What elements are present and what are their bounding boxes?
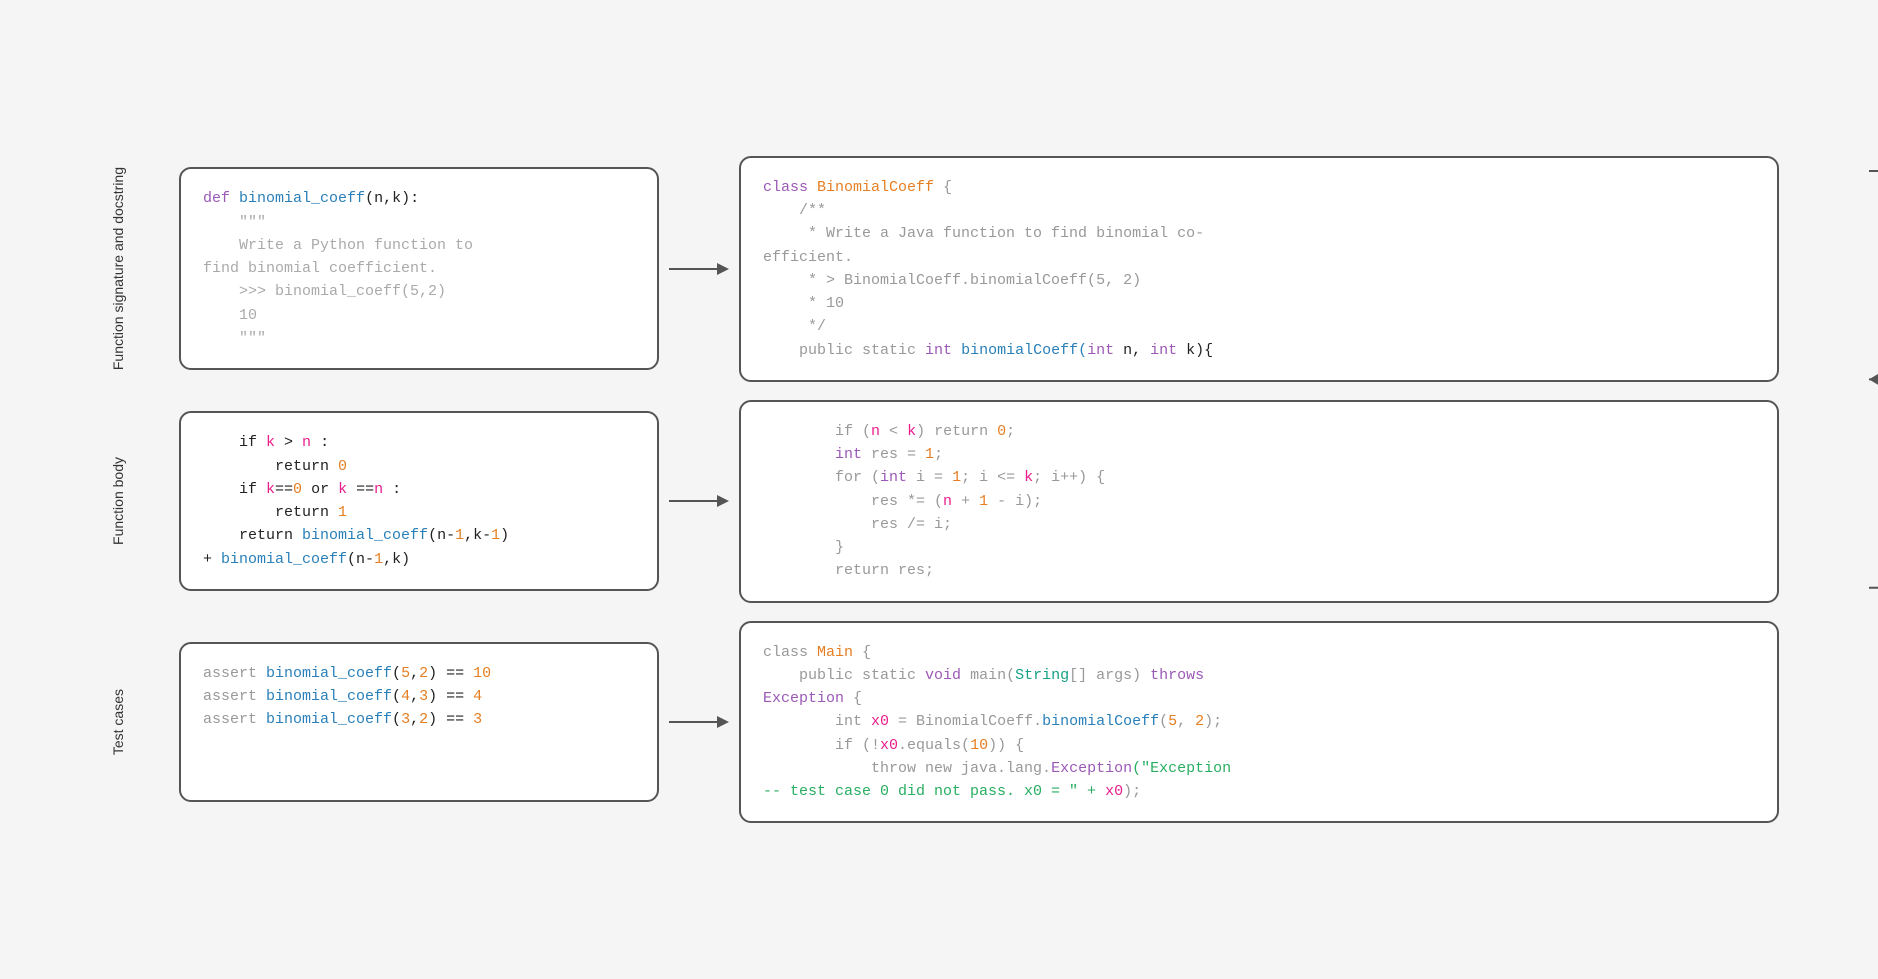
outer-wrapper: Function signature and docstringdef bino… [29,156,1849,824]
right-code-box-2: class Main { public static void main(Str… [739,621,1779,824]
right-side [1779,156,1849,824]
left-code-box-1: if k > n : return 0 if k==0 or k ==n : r… [179,411,659,591]
left-code-box-0: def binomial_coeff(n,k): """ Write a Pyt… [179,167,659,370]
right-code-box-0: class BinomialCoeff { /** * Write a Java… [739,156,1779,382]
row-2: Test casesassert binomial_coeff(5,2) == … [109,621,1779,824]
rows-wrapper: Function signature and docstringdef bino… [109,156,1779,824]
right-code-box-1: if (n < k) return 0; int res = 1; for (i… [739,400,1779,603]
row-label-2: Test cases [109,689,179,755]
row-1: Function body if k > n : return 0 if k==… [109,400,1779,603]
arrow-1 [659,491,739,511]
arrow-2 [659,712,739,732]
left-code-box-2: assert binomial_coeff(5,2) == 10 assert … [179,642,659,802]
label-column [29,156,109,824]
diagram-container: Function signature and docstringdef bino… [29,156,1849,824]
row-label-1: Function body [109,457,179,545]
row-label-0: Function signature and docstring [109,167,179,370]
bracket-overlay: Model [1849,156,1878,824]
arrow-0 [659,259,739,279]
row-0: Function signature and docstringdef bino… [109,156,1779,382]
